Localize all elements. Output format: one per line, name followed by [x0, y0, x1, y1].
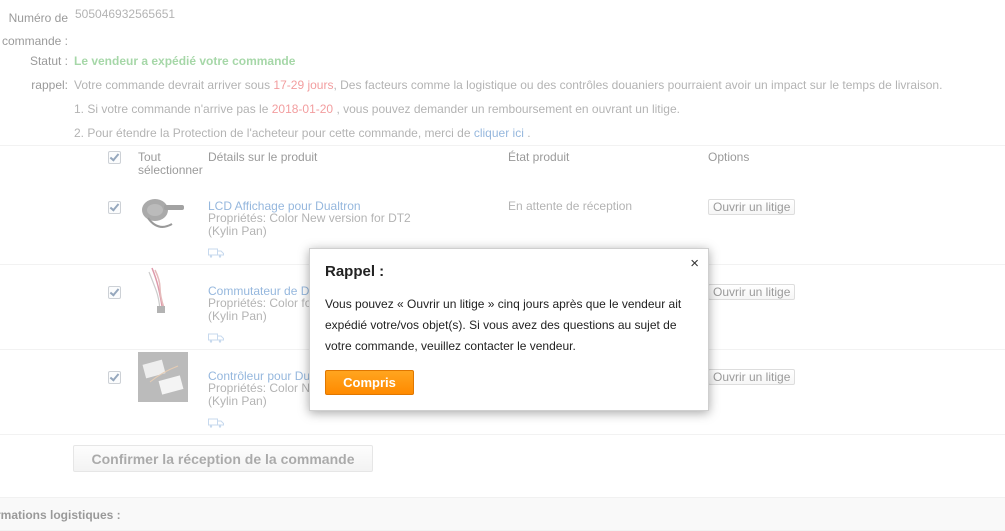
dialog-message: Vous pouvez « Ouvrir un litige » cinq jo… — [325, 297, 682, 353]
ok-button[interactable]: Compris — [325, 370, 414, 395]
reminder-dialog: Rappel : × Vous pouvez « Ouvrir un litig… — [309, 248, 709, 411]
close-icon[interactable]: × — [690, 255, 699, 272]
dialog-title: Rappel : — [325, 263, 385, 280]
